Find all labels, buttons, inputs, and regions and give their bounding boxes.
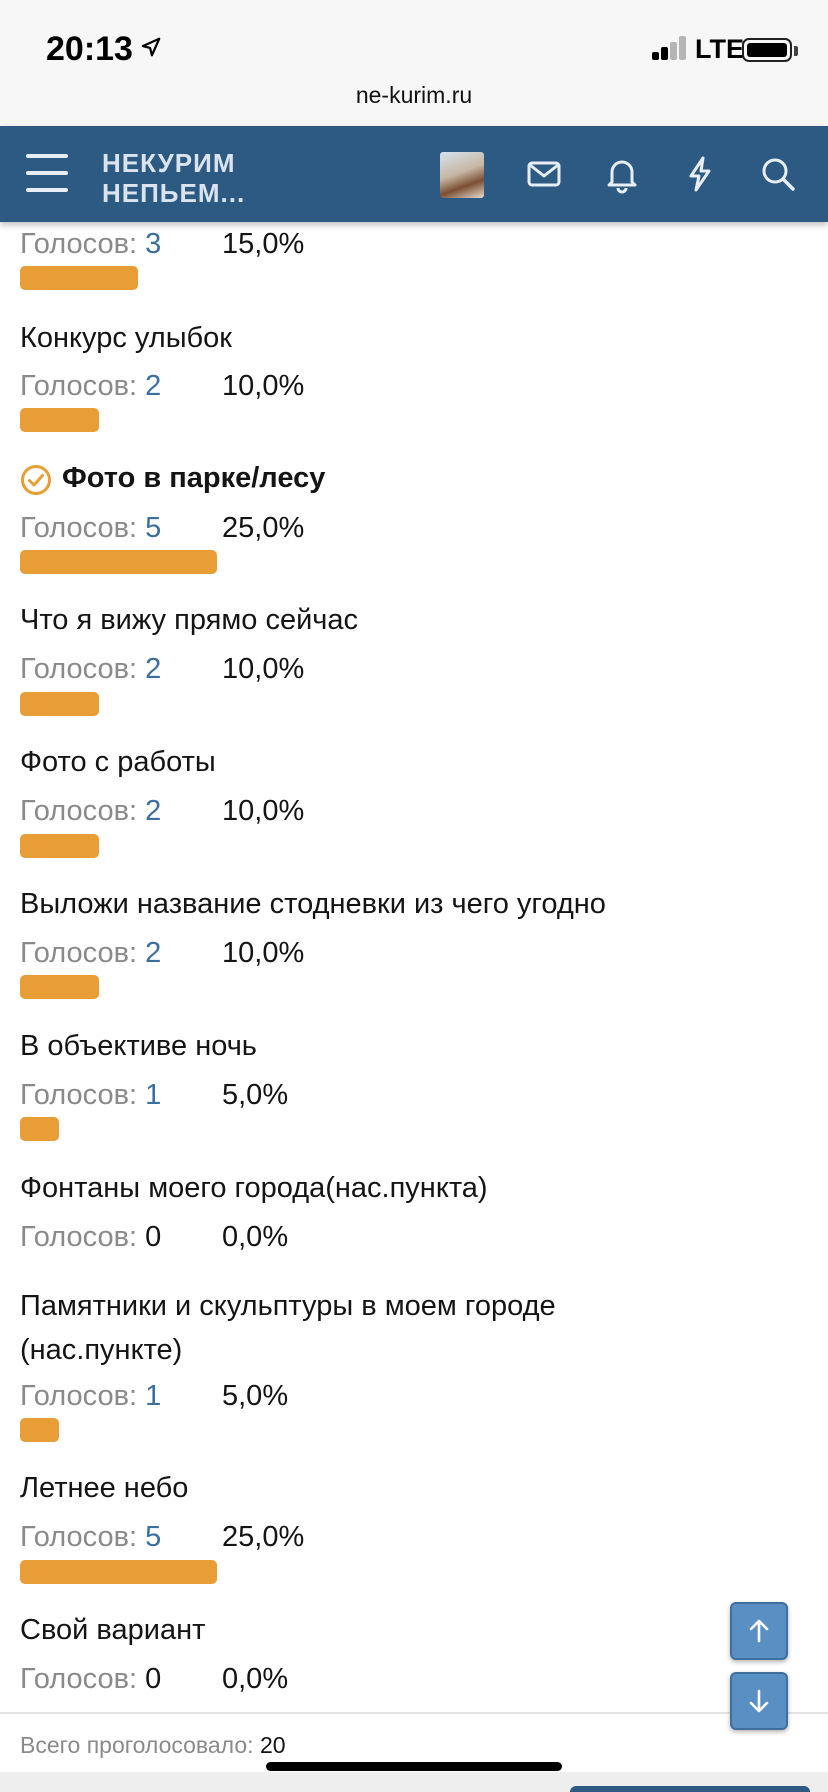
scroll-to-top-button[interactable]: [730, 1602, 788, 1660]
poll-option-percent: 10,0%: [222, 653, 305, 685]
bell-icon[interactable]: [602, 154, 642, 194]
poll-option-percent: 25,0%: [222, 512, 305, 544]
search-icon[interactable]: [758, 154, 798, 194]
poll-option-percent: 15,0%: [222, 228, 305, 260]
poll-option-bar: [20, 1418, 59, 1442]
total-votes: Всего проголосовало: 20: [20, 1732, 286, 1758]
lightning-icon[interactable]: [680, 154, 720, 194]
poll-option-percent: 10,0%: [222, 370, 305, 402]
poll-option-bar: [20, 550, 217, 574]
poll-option-bar: [20, 266, 138, 290]
poll-option-votes: Голосов: 2: [20, 795, 162, 827]
bottom-button-edge[interactable]: [570, 1786, 810, 1792]
home-indicator[interactable]: [266, 1762, 562, 1771]
scroll-to-bottom-button[interactable]: [730, 1672, 788, 1730]
logo-line-2: НЕПЬЕМ...: [102, 178, 246, 208]
poll-option-percent: 5,0%: [222, 1079, 289, 1111]
poll-option-bar: [20, 692, 99, 716]
poll-option-title-selected: Фото в парке/лесу: [62, 462, 326, 494]
poll-option-title: Фото с работы: [20, 746, 216, 778]
poll-option-title: Фонтаны моего города(нас.пункта): [20, 1172, 488, 1204]
poll-option-percent: 5,0%: [222, 1380, 289, 1412]
poll-option-votes: Голосов: 5: [20, 512, 162, 544]
poll-option-votes: Голосов: 5: [20, 1521, 162, 1553]
avatar[interactable]: [440, 152, 484, 198]
status-time: 20:13: [46, 30, 133, 68]
poll-option-votes: Голосов: 0: [20, 1221, 162, 1253]
poll-option-percent: 25,0%: [222, 1521, 305, 1553]
poll-option-title: Выложи название стодневки из чего угодно: [20, 888, 606, 920]
poll-option-votes: Голосов: 1: [20, 1079, 162, 1111]
poll-option-title: Летнее небо: [20, 1472, 189, 1504]
location-arrow-icon: [141, 37, 161, 57]
poll-option-bar: [20, 834, 99, 858]
poll-option-bar: [20, 1560, 217, 1584]
divider: [0, 1712, 828, 1714]
poll-option-title: Памятники и скульптуры в моем городе (на…: [20, 1290, 556, 1366]
poll-option-title: В объективе ночь: [20, 1030, 257, 1062]
menu-icon[interactable]: [26, 154, 68, 192]
poll-option-title: Конкурс улыбок: [20, 322, 232, 354]
poll-option-percent: 10,0%: [222, 795, 305, 827]
poll-option-percent: 0,0%: [222, 1663, 289, 1695]
poll-option-title: Свой вариант: [20, 1614, 206, 1646]
signal-icon: [652, 36, 688, 60]
arrow-up-icon: [749, 1619, 769, 1643]
poll-option-percent: 0,0%: [222, 1221, 289, 1253]
mail-icon[interactable]: [524, 154, 564, 194]
poll-option-votes: Голосов: 2: [20, 370, 162, 402]
poll-option-percent: 10,0%: [222, 937, 305, 969]
network-type: LTE: [695, 34, 744, 64]
address-bar[interactable]: ne-kurim.ru: [0, 80, 828, 126]
battery-icon: [742, 38, 792, 62]
poll-option-votes: Голосов: 0: [20, 1663, 162, 1695]
poll-option-votes: Голосов: 2: [20, 653, 162, 685]
site-logo[interactable]: НЕКУРИМ НЕПЬЕМ...: [102, 148, 245, 208]
status-bar: 20:13 LTE: [0, 0, 828, 80]
arrow-down-icon: [749, 1689, 769, 1713]
logo-line-1: НЕКУРИМ: [102, 148, 236, 178]
poll-option-bar: [20, 975, 99, 999]
poll-option-votes: Голосов: 1: [20, 1380, 162, 1412]
poll-option-votes: Голосов: 2: [20, 937, 162, 969]
site-header: НЕКУРИМ НЕПЬЕМ...: [0, 126, 828, 222]
check-circle-icon: [21, 465, 51, 495]
poll-option-bar: [20, 1117, 59, 1141]
poll-option-votes: Голосов: 3: [20, 228, 162, 260]
url-text[interactable]: ne-kurim.ru: [0, 82, 828, 109]
poll-option-bar: [20, 408, 99, 432]
poll-option-title: Что я вижу прямо сейчас: [20, 604, 359, 636]
